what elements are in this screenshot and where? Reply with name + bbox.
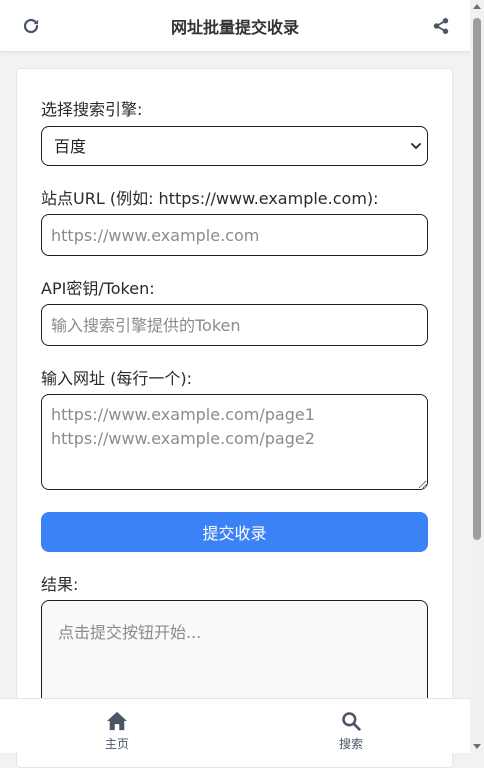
urls-textarea[interactable]	[41, 394, 428, 490]
bottom-nav: 主页 搜索	[0, 698, 470, 753]
nav-item-home[interactable]: 主页	[77, 711, 157, 752]
search-icon	[342, 712, 361, 731]
scroll-down-arrow-icon[interactable]	[473, 744, 481, 749]
submit-button[interactable]: 提交收录	[41, 512, 428, 552]
nav-item-search[interactable]: 搜索	[311, 711, 391, 752]
engine-select[interactable]: 百度	[41, 126, 428, 166]
nav-search-label: 搜索	[338, 737, 363, 751]
share-icon[interactable]	[430, 15, 452, 37]
token-input[interactable]	[41, 304, 428, 346]
urls-label: 输入网址 (每行一个):	[41, 369, 192, 388]
nav-home-label: 主页	[104, 737, 129, 751]
scroll-up-arrow-icon[interactable]	[473, 4, 481, 9]
page-scrollbar[interactable]	[470, 0, 484, 753]
result-label: 结果:	[41, 575, 79, 594]
refresh-icon[interactable]	[20, 15, 42, 37]
site-url-label: 站点URL (例如: https://www.example.com):	[41, 189, 379, 208]
token-label: API密钥/Token:	[41, 279, 155, 298]
app-header: 网址批量提交收录	[0, 0, 470, 52]
engine-label: 选择搜索引擎:	[41, 100, 143, 119]
site-url-input[interactable]	[41, 214, 428, 256]
page-title: 网址批量提交收录	[170, 17, 299, 37]
home-icon	[107, 711, 127, 731]
scrollbar-thumb[interactable]	[473, 18, 481, 540]
